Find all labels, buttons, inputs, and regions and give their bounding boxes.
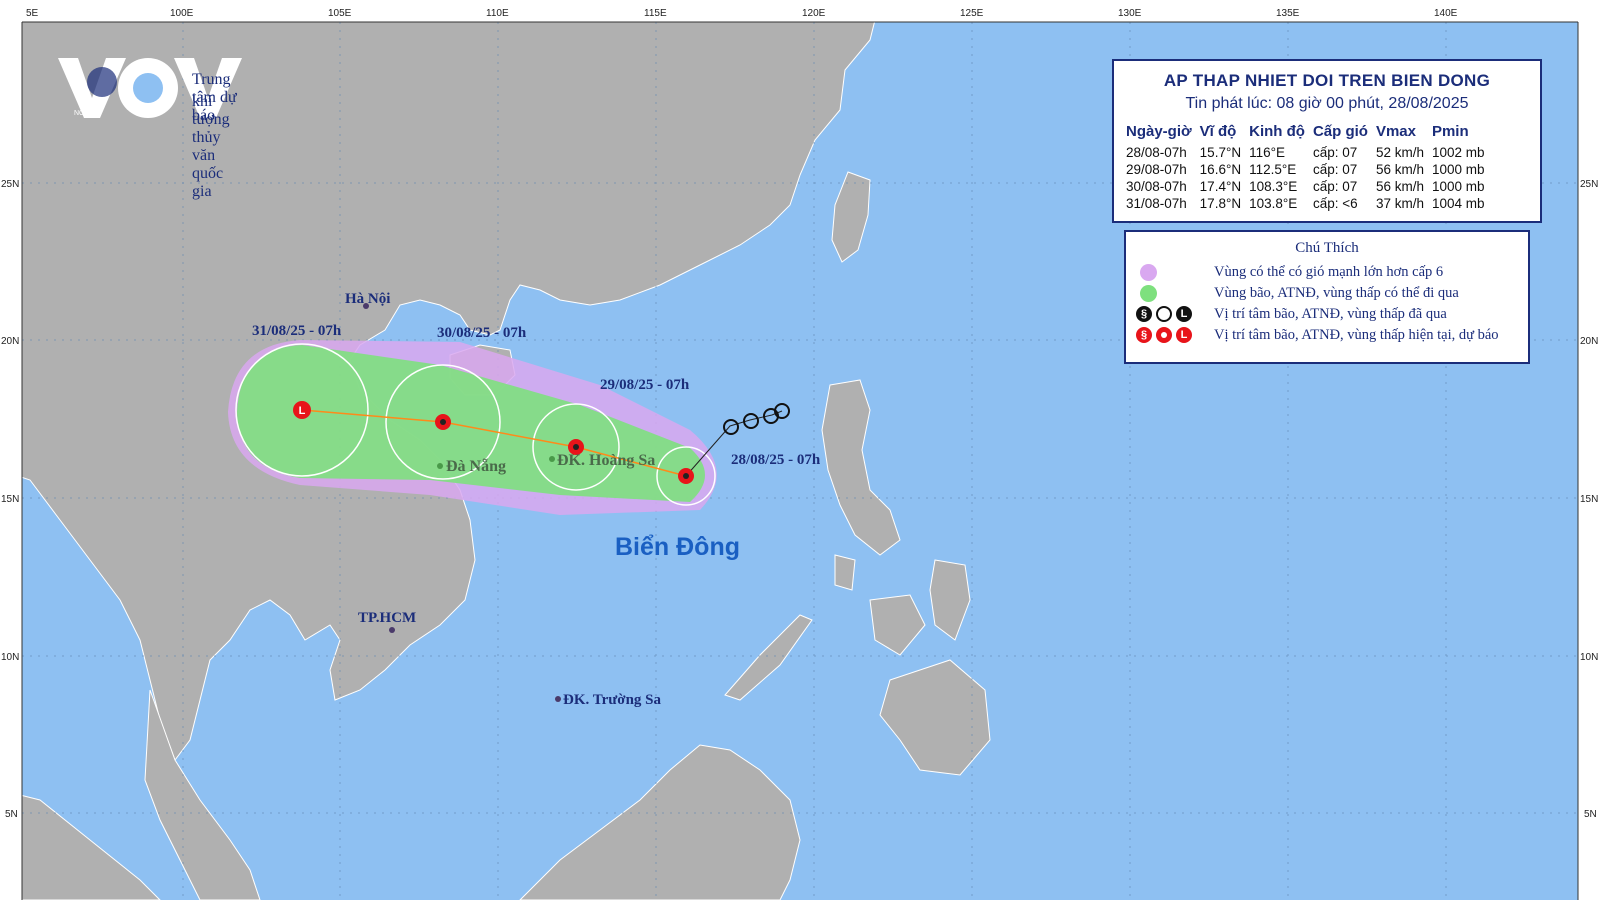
lat-label-right: 5N bbox=[1584, 809, 1597, 820]
lon-label: 115E bbox=[644, 8, 667, 19]
lat-label-right: 20N bbox=[1580, 336, 1598, 347]
table-cell: 17.4°N bbox=[1199, 179, 1242, 194]
lon-label: 100E bbox=[170, 8, 194, 19]
table-row: 29/08-07h 16.6°N 112.5°E cấp: 07 56 km/h… bbox=[1122, 161, 1489, 178]
green-zone-swatch-icon bbox=[1140, 284, 1157, 302]
legend-item-label: Vùng bão, ATNĐ, vùng thấp có thể đi qua bbox=[1214, 284, 1459, 301]
table-cell: 1004 mb bbox=[1431, 196, 1485, 211]
col-header: Cấp gió bbox=[1312, 123, 1368, 140]
lat-label-left: 10N bbox=[1, 652, 19, 663]
label-truongsa: ĐK. Trường Sa bbox=[563, 692, 662, 708]
table-cell: 1000 mb bbox=[1431, 179, 1485, 194]
table-cell: 28/08-07h bbox=[1126, 145, 1187, 160]
table-cell: 31/08-07h bbox=[1126, 196, 1187, 211]
table-cell: 37 km/h bbox=[1375, 196, 1424, 211]
storm-data-table: Ngày-giờ Vĩ độ Kinh độ Cấp gió Vmax Pmin… bbox=[1122, 123, 1489, 212]
legend-item-label: Vị trí tâm bão, ATNĐ, vùng thấp đã qua bbox=[1214, 305, 1447, 322]
lat-label-left: 5N bbox=[5, 809, 18, 820]
info-subtitle: Tin phát lúc: 08 giờ 00 phút, 28/08/2025 bbox=[1185, 95, 1469, 112]
forecast-map-stage: 5E 100E 105E 110E 115E 120E 125E 130E 13… bbox=[0, 0, 1600, 900]
table-row: 28/08-07h 15.7°N 116°E cấp: 07 52 km/h 1… bbox=[1122, 144, 1489, 161]
storm-info-box: AP THAP NHIET DOI TREN BIEN DONG Tin phá… bbox=[1112, 59, 1542, 223]
table-cell: 103.8°E bbox=[1249, 196, 1298, 211]
forecast-low-icon: L bbox=[1176, 327, 1192, 343]
lon-label: 105E bbox=[328, 8, 352, 19]
svg-text:L: L bbox=[299, 405, 306, 417]
label-hoangsa: ĐK. Hoàng Sa bbox=[557, 452, 655, 469]
right-axis-strip bbox=[1578, 0, 1600, 900]
lon-label: 140E bbox=[1434, 8, 1458, 19]
label-bien-dong: Biển Đông bbox=[615, 533, 740, 561]
nchmf-badge: NCHMF bbox=[74, 110, 100, 117]
table-cell: 17.8°N bbox=[1199, 196, 1242, 211]
table-cell: cấp: 07 bbox=[1312, 162, 1358, 177]
vov-logo: NCHMF Trung tâm dự báo khí tượng thủy vă… bbox=[56, 54, 246, 200]
legend-title: Chú Thích bbox=[1295, 240, 1359, 256]
col-header: Ngày-giờ bbox=[1126, 123, 1192, 140]
table-cell: 16.6°N bbox=[1199, 162, 1242, 177]
table-cell: 108.3°E bbox=[1249, 179, 1298, 194]
lon-label: 110E bbox=[486, 8, 509, 19]
legend-item: Vùng có thể có gió mạnh lớn hơn cấp 6 bbox=[1136, 262, 1443, 282]
table-cell: 29/08-07h bbox=[1126, 162, 1187, 177]
top-axis-strip bbox=[0, 0, 1600, 22]
lat-label-right: 10N bbox=[1580, 652, 1598, 663]
legend-item: § L Vị trí tâm bão, ATNĐ, vùng thấp đã q… bbox=[1136, 304, 1447, 324]
lon-label: 120E bbox=[802, 8, 826, 19]
table-cell: 56 km/h bbox=[1375, 162, 1424, 177]
label-track-p2: 29/08/25 - 07h bbox=[600, 377, 690, 393]
col-header: Pmin bbox=[1431, 123, 1469, 140]
lon-label: 135E bbox=[1276, 8, 1300, 19]
forecast-storm-icon: § bbox=[1136, 327, 1152, 343]
past-depression-icon bbox=[1156, 306, 1172, 322]
label-track-p4: 31/08/25 - 07h bbox=[252, 323, 342, 339]
table-cell: 15.7°N bbox=[1199, 145, 1242, 160]
col-header: Vĩ độ bbox=[1199, 123, 1237, 140]
forecast-depression-icon bbox=[1156, 327, 1172, 343]
col-header: Vmax bbox=[1375, 123, 1416, 140]
org-name-line2: khí tượng thủy văn quốc gia bbox=[192, 93, 230, 200]
lat-label-right: 25N bbox=[1580, 179, 1598, 190]
table-row: 30/08-07h 17.4°N 108.3°E cấp: 07 56 km/h… bbox=[1122, 178, 1489, 195]
lon-label: 130E bbox=[1118, 8, 1142, 19]
table-cell: cấp: 07 bbox=[1312, 145, 1358, 160]
col-header: Kinh độ bbox=[1249, 123, 1305, 140]
table-cell: 52 km/h bbox=[1375, 145, 1424, 160]
lon-label: 125E bbox=[960, 8, 984, 19]
info-title: AP THAP NHIET DOI TREN BIEN DONG bbox=[1163, 71, 1491, 90]
table-cell: cấp: <6 bbox=[1312, 196, 1358, 211]
table-header-row: Ngày-giờ Vĩ độ Kinh độ Cấp gió Vmax Pmin bbox=[1122, 123, 1489, 144]
table-cell: 116°E bbox=[1249, 145, 1286, 160]
table-cell: 1000 mb bbox=[1431, 162, 1485, 177]
label-hanoi: Hà Nội bbox=[345, 291, 390, 307]
lat-label-left: 15N bbox=[1, 494, 19, 505]
table-cell: 112.5°E bbox=[1249, 162, 1297, 177]
lat-label-left: 25N bbox=[1, 179, 19, 190]
lat-label-left: 20N bbox=[1, 336, 19, 347]
table-cell: cấp: 07 bbox=[1312, 179, 1358, 194]
table-cell: 56 km/h bbox=[1375, 179, 1424, 194]
land-mindoro bbox=[834, 554, 856, 591]
legend-item: Vùng bão, ATNĐ, vùng thấp có thể đi qua bbox=[1136, 283, 1459, 303]
legend-box: Chú Thích Vùng có thể có gió mạnh lớn hơ… bbox=[1124, 230, 1530, 364]
label-tphcm: TP.HCM bbox=[358, 610, 416, 626]
past-storm-icon: § bbox=[1136, 306, 1152, 322]
past-low-icon: L bbox=[1176, 306, 1192, 322]
legend-item: § L Vị trí tâm bão, ATNĐ, vùng thấp hiện… bbox=[1136, 325, 1499, 345]
table-cell: 30/08-07h bbox=[1126, 179, 1187, 194]
label-track-p1: 28/08/25 - 07h bbox=[731, 452, 821, 468]
legend-item-label: Vùng có thể có gió mạnh lớn hơn cấp 6 bbox=[1214, 263, 1444, 280]
label-track-p3: 30/08/25 - 07h bbox=[437, 325, 527, 341]
legend-item-label: Vị trí tâm bão, ATNĐ, vùng thấp hiện tại… bbox=[1214, 326, 1499, 343]
left-axis-strip bbox=[0, 0, 22, 900]
table-cell: 1002 mb bbox=[1431, 145, 1485, 160]
label-danang: Đà Nẵng bbox=[446, 458, 506, 475]
lon-label: 5E bbox=[26, 8, 39, 19]
table-row: 31/08-07h 17.8°N 103.8°E cấp: <6 37 km/h… bbox=[1122, 195, 1489, 212]
lat-label-right: 15N bbox=[1580, 494, 1598, 505]
purple-zone-swatch-icon bbox=[1140, 263, 1157, 281]
